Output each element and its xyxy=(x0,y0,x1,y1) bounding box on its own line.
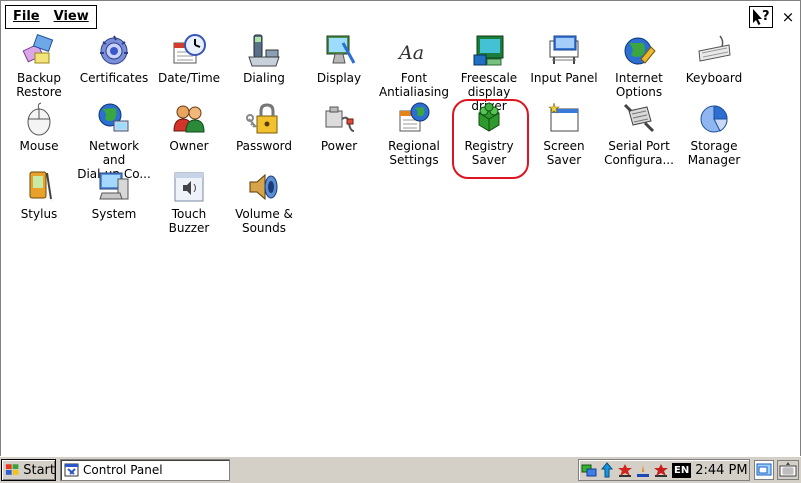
menu-bar: File View ? × xyxy=(2,2,799,30)
close-button[interactable]: × xyxy=(777,6,799,28)
font-icon: Aa xyxy=(397,42,424,64)
keyboard-icon xyxy=(698,35,731,62)
control-panel-item[interactable]: Volume & Sounds xyxy=(226,167,302,235)
taskbar: Start Control Panel EN 2:44 PM xyxy=(0,456,801,483)
control-panel-item[interactable]: Registry Saver xyxy=(451,99,527,167)
control-panel-item-label: Regional Settings xyxy=(388,139,440,167)
control-panel-item[interactable]: Date/Time xyxy=(151,31,227,85)
stylus-icon xyxy=(29,171,52,202)
control-panel-item[interactable]: Password xyxy=(226,99,302,153)
menu-file[interactable]: File xyxy=(6,7,47,27)
control-panel-item[interactable]: Internet Options xyxy=(601,31,677,99)
screen-saver-icon xyxy=(548,102,579,132)
password-icon xyxy=(246,103,278,134)
certificates-icon xyxy=(100,35,128,65)
system-tray: EN 2:44 PM xyxy=(578,459,750,481)
activity-orange-tray-icon[interactable] xyxy=(635,462,651,478)
control-panel-item[interactable]: Touch Buzzer xyxy=(151,167,227,235)
control-panel-item-label: Storage Manager xyxy=(687,139,741,167)
menu-box: File View xyxy=(5,5,97,29)
mouse-icon xyxy=(27,102,51,136)
windows-logo-icon xyxy=(5,464,19,475)
date-time-icon xyxy=(173,34,206,64)
control-panel-item[interactable]: Screen Saver xyxy=(526,99,602,167)
control-panel-item-label: Screen Saver xyxy=(543,139,585,167)
control-panel-item-label: System xyxy=(91,207,137,221)
menu-view[interactable]: View xyxy=(47,7,96,27)
input-panel-button[interactable] xyxy=(777,460,799,480)
control-panel-item[interactable]: Power xyxy=(301,99,377,153)
control-panel-item[interactable]: System xyxy=(76,167,152,221)
backup-restore-icon xyxy=(22,33,54,64)
serial-port-icon xyxy=(623,103,655,133)
control-panel-item[interactable]: Display xyxy=(301,31,377,85)
dialing-icon xyxy=(248,34,280,67)
taskbar-task-label: Control Panel xyxy=(83,463,163,477)
control-panel-item-label: Backup Restore xyxy=(16,71,62,99)
svg-text:?: ? xyxy=(762,9,770,24)
activity-red-tray-icon[interactable] xyxy=(617,462,633,478)
control-panel-item-label: Registry Saver xyxy=(464,139,514,167)
owner-icon xyxy=(173,105,205,133)
control-panel-item-label: Serial Port Configura... xyxy=(604,139,674,167)
control-panel-item-label: Stylus xyxy=(20,207,58,221)
taskbar-control-panel-button[interactable]: Control Panel xyxy=(60,459,230,481)
usb-arrow-tray-icon[interactable] xyxy=(599,462,615,478)
network-tray-icon[interactable] xyxy=(581,462,597,478)
activity-red2-tray-icon[interactable] xyxy=(653,462,669,478)
control-panel-item[interactable]: Regional Settings xyxy=(376,99,452,167)
svg-text:Aa: Aa xyxy=(397,42,424,64)
control-panel-item[interactable]: Backup Restore xyxy=(1,31,77,99)
control-panel-item-label: Keyboard xyxy=(685,71,743,85)
control-panel-item-label: Owner xyxy=(169,139,209,153)
control-panel-window: File View ? × Backup Restore Certificates… xyxy=(0,0,801,457)
regional-settings-icon xyxy=(399,102,430,132)
control-panel-item[interactable]: Stylus xyxy=(1,167,77,221)
clock[interactable]: 2:44 PM xyxy=(695,463,747,478)
control-panel-item[interactable]: Owner xyxy=(151,99,227,153)
display-icon xyxy=(326,35,356,64)
control-panel-item[interactable]: Certificates xyxy=(76,31,152,85)
input-panel-icon xyxy=(549,35,579,64)
keyboard-tray-icon xyxy=(779,462,797,477)
control-panel-item[interactable]: Storage Manager xyxy=(676,99,752,167)
control-panel-item-label: Date/Time xyxy=(157,71,221,85)
control-panel-item-label: Password xyxy=(235,139,293,153)
menu-view-label: View xyxy=(53,9,89,24)
control-panel-item-label: Touch Buzzer xyxy=(168,207,210,235)
menu-file-label: File xyxy=(13,9,40,24)
control-panel-item-label: Dialing xyxy=(243,71,285,85)
storage-manager-icon xyxy=(700,105,728,133)
touch-buzzer-icon xyxy=(174,172,204,202)
control-panel-item-label: Input Panel xyxy=(530,71,598,85)
control-panel-item-label: Display xyxy=(316,71,362,85)
volume-sounds-icon xyxy=(249,173,278,201)
control-panel-item[interactable]: Aa Font Antialiasing xyxy=(376,31,452,99)
control-panel-item-label: Internet Options xyxy=(615,71,663,99)
control-panel-item-label: Font Antialiasing xyxy=(378,71,450,99)
internet-options-icon xyxy=(624,37,656,65)
desktop-icon xyxy=(756,463,772,476)
freescale-icon xyxy=(473,35,504,66)
show-desktop-button[interactable] xyxy=(754,460,774,480)
control-panel-item-label: Power xyxy=(320,139,358,153)
control-panel-item-label: Volume & Sounds xyxy=(235,207,293,235)
control-panel-item[interactable]: Keyboard xyxy=(676,31,752,85)
help-button[interactable]: ? xyxy=(749,6,773,28)
power-icon xyxy=(325,106,355,132)
control-panel-item[interactable]: Dialing xyxy=(226,31,302,85)
control-panel-item[interactable]: Serial Port Configura... xyxy=(601,99,677,167)
network-icon xyxy=(98,103,129,132)
registry-saver-icon xyxy=(478,102,500,132)
start-label: Start xyxy=(23,462,55,478)
control-panel-item-label: Mouse xyxy=(19,139,59,153)
start-button[interactable]: Start xyxy=(1,459,56,481)
input-language-badge[interactable]: EN xyxy=(672,462,692,478)
control-panel-item[interactable]: Input Panel xyxy=(526,31,602,85)
control-panel-icon xyxy=(64,463,79,477)
control-panel-item[interactable]: Mouse xyxy=(1,99,77,153)
control-panel-item-label: Certificates xyxy=(79,71,149,85)
system-icon xyxy=(99,172,129,200)
help-cursor-icon: ? xyxy=(753,9,770,25)
